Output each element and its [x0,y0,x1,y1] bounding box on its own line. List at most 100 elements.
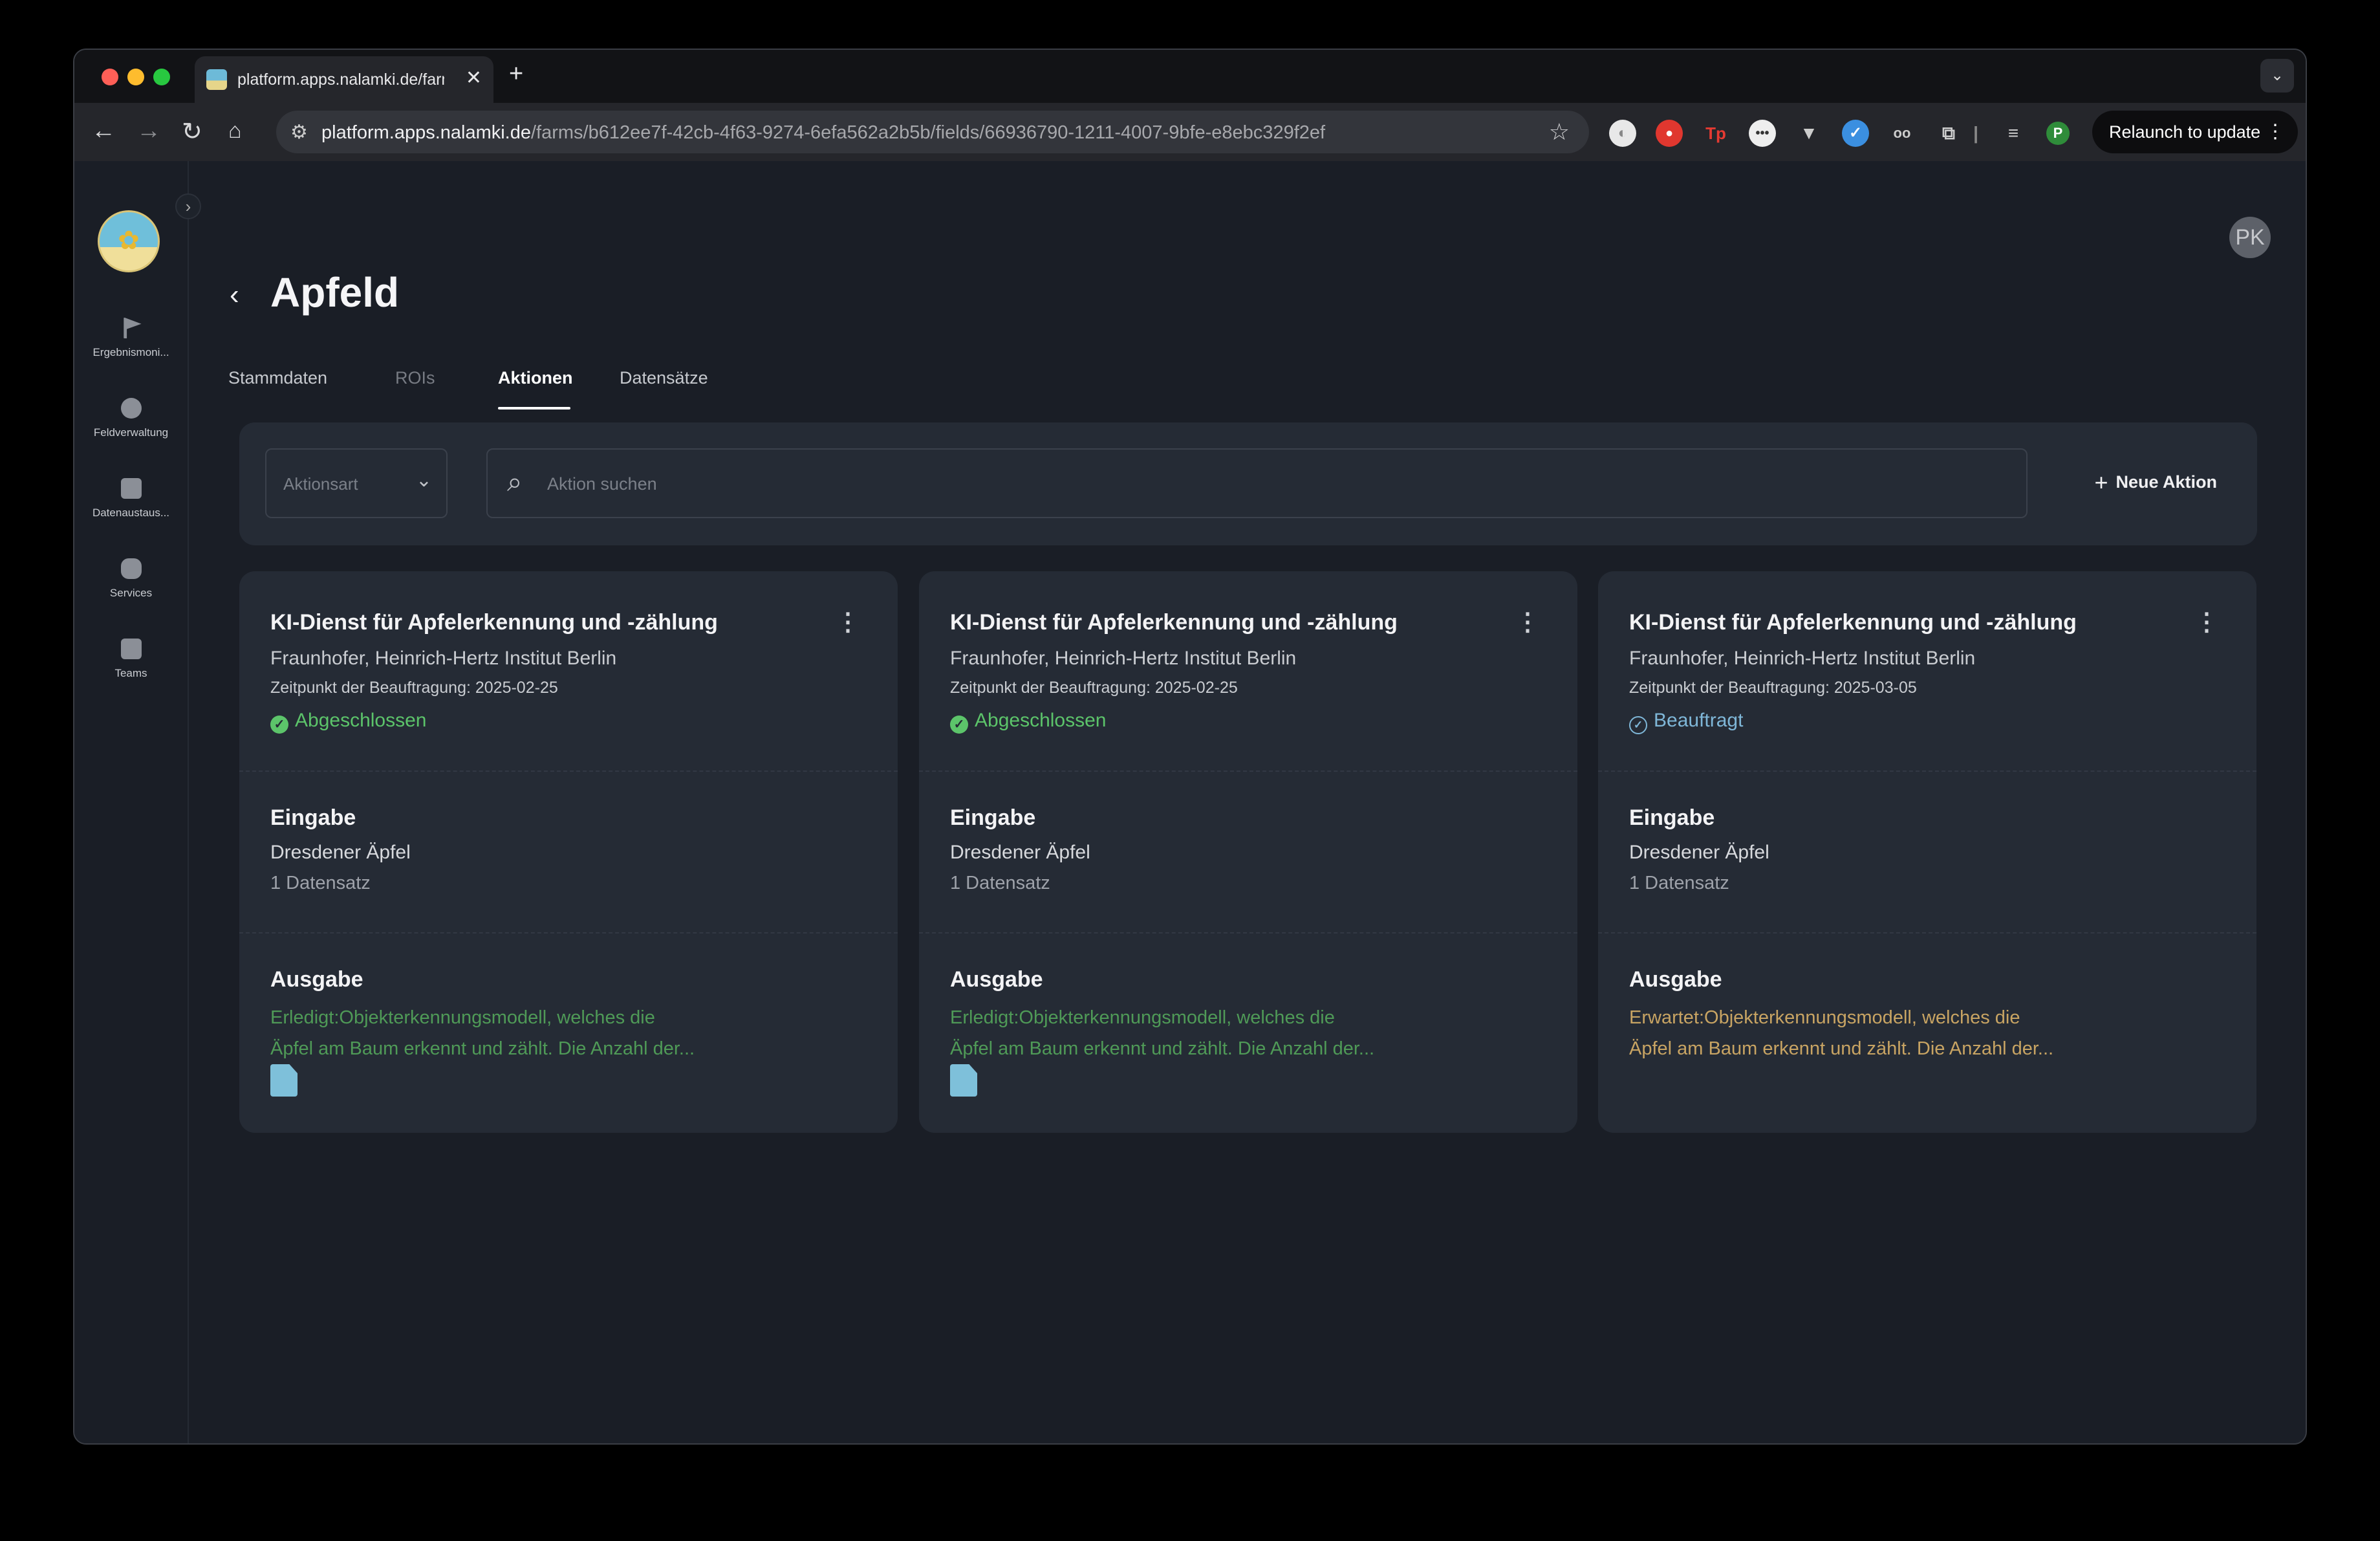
output-description: Erledigt:Objekterkennungsmodell, welches… [950,1002,1403,1064]
sidebar-item-ergebnismonitoring[interactable]: Ergebnismoni... [74,318,188,359]
card-title: KI-Dienst für Apfelerkennung und -zählun… [950,610,1398,635]
sidebar-item-label: Services [109,587,153,599]
sidebar-item-datenaustausch[interactable]: Datenaustaus... [74,478,188,519]
sidebar-item-label: Feldverwaltung [93,426,169,439]
extension-icon-4[interactable]: ••• [1749,120,1776,147]
input-heading: Eingabe [1629,805,1715,830]
card-date: Zeitpunkt der Beauftragung: 2025-02-25 [270,679,558,697]
new-tab-button[interactable]: + [509,60,523,88]
card-menu-icon[interactable]: ⋮ [836,607,860,637]
search-input[interactable]: ⌕ Aktion suchen [486,448,2028,518]
card-title: KI-Dienst für Apfelerkennung und -zählun… [270,610,718,635]
person-icon [120,639,142,659]
action-type-select[interactable]: Aktionsart ⌄ [265,448,448,518]
extension-icon-2[interactable]: ● [1656,120,1683,147]
divider [1598,932,2256,934]
action-card[interactable]: KI-Dienst für Apfelerkennung und -zählun… [919,571,1577,1133]
gauge-icon [120,398,142,419]
back-icon[interactable]: ← [91,117,116,145]
divider [1598,770,2256,772]
output-line-1: Erwartet:Objekterkennungsmodell, welches… [1629,1007,2020,1028]
card-organization: Fraunhofer, Heinrich-Hertz Institut Berl… [1629,648,1976,669]
plus-icon: + [2094,469,2108,496]
input-value: Dresdener Äpfel [270,842,411,863]
card-menu-icon[interactable]: ⋮ [1515,607,1540,637]
extension-icon-3[interactable]: Tp [1702,120,1729,147]
input-heading: Eingabe [950,805,1036,830]
action-card[interactable]: KI-Dienst für Apfelerkennung und -zählun… [239,571,898,1133]
close-tab-icon[interactable]: ✕ [466,67,482,89]
browser-menu-icon[interactable]: ⋮ [2266,111,2285,153]
url-host: platform.apps.nalamki.de [321,122,531,143]
app-logo[interactable]: ✿ [98,210,160,272]
chevron-down-icon: ⌄ [415,470,432,491]
sidebar-item-services[interactable]: Services [74,558,188,600]
file-icon[interactable] [950,1064,977,1097]
file-icon[interactable] [270,1064,298,1097]
home-icon[interactable]: ⌂ [228,118,242,144]
status-badge: ✓ Abgeschlossen [950,710,1106,734]
extension-icon-1[interactable]: ◐ [1609,120,1636,147]
tab-rois[interactable]: ROIs [395,368,435,388]
maximize-window-button[interactable] [153,69,170,85]
sidebar-item-label: Teams [114,667,147,679]
tab-aktionen[interactable]: Aktionen [498,368,573,388]
filter-bar: Aktionsart ⌄ ⌕ Aktion suchen + Neue Aktio… [239,422,2257,545]
output-heading: Ausgabe [270,967,363,992]
tab-datensaetze[interactable]: Datensätze [620,368,708,388]
reload-icon[interactable]: ↻ [182,117,202,146]
sidebar-expand-chevron-icon[interactable]: › [175,193,201,219]
input-count: 1 Datensatz [950,873,1050,893]
minimize-window-button[interactable] [127,69,144,85]
extension-icon-6[interactable]: ✓ [1842,120,1869,147]
output-line-1: Erledigt:Objekterkennungsmodell, welches… [950,1007,1335,1028]
output-description: Erwartet:Objekterkennungsmodell, welches… [1629,1002,2082,1064]
active-tab-indicator [498,407,570,410]
card-organization: Fraunhofer, Heinrich-Hertz Institut Berl… [950,648,1297,669]
card-date: Zeitpunkt der Beauftragung: 2025-02-25 [950,679,1238,697]
media-control-icon[interactable]: ≡ [2000,120,2027,147]
browser-tab[interactable]: platform.apps.nalamki.de/farms ✕ [195,56,493,103]
back-chevron-icon[interactable]: ‹ [230,279,239,311]
card-menu-icon[interactable]: ⋮ [2194,607,2219,637]
input-count: 1 Datensatz [1629,873,1729,893]
action-type-placeholder: Aktionsart [283,474,358,494]
favicon-icon [206,69,227,90]
tab-stammdaten[interactable]: Stammdaten [228,368,327,388]
input-value: Dresdener Äpfel [950,842,1090,863]
new-action-button[interactable]: + Neue Aktion [2094,469,2217,496]
extension-icon-7[interactable]: oo [1888,120,1916,147]
close-window-button[interactable] [102,69,118,85]
output-line-1: Erledigt:Objekterkennungsmodell, welches… [270,1007,655,1028]
address-bar[interactable]: ⚙ platform.apps.nalamki.de/farms/b612ee7… [276,111,1589,153]
check-circle-icon: ✓ [270,716,288,734]
document-icon [120,478,142,499]
tab-search-chevron-icon[interactable]: ⌄ [2260,59,2294,93]
url-path: /farms/b612ee7f-42cb-4f63-9274-6efa562a2… [531,122,1326,143]
check-circle-icon: ✓ [950,716,968,734]
divider [239,932,898,934]
user-avatar[interactable]: PK [2229,217,2271,258]
output-line-2: Äpfel am Baum erkennt und zählt. Die Anz… [1629,1038,2054,1059]
relaunch-label: Relaunch to update [2109,122,2261,142]
profile-avatar[interactable]: P [2046,122,2070,145]
tab-strip: platform.apps.nalamki.de/farms ✕ + ⌄ [74,50,2306,103]
site-settings-icon[interactable]: ⚙ [290,121,308,144]
services-icon [120,558,142,579]
output-line-2: Äpfel am Baum erkennt und zählt. Die Anz… [950,1038,1375,1059]
sidebar-item-feldverwaltung[interactable]: Feldverwaltung [74,398,188,439]
relaunch-button[interactable]: Relaunch to update ⋮ [2092,111,2298,153]
action-card[interactable]: KI-Dienst für Apfelerkennung und -zählun… [1598,571,2256,1133]
sidebar-item-label: Datenaustaus... [92,507,170,519]
extensions-puzzle-icon[interactable]: ⧉ [1935,120,1962,147]
tab-title: platform.apps.nalamki.de/farms [237,71,444,89]
extension-icon-5[interactable]: ▼ [1795,120,1823,147]
forward-icon[interactable]: → [136,117,161,145]
bookmark-star-icon[interactable]: ☆ [1549,118,1570,146]
sidebar-item-teams[interactable]: Teams [74,639,188,680]
card-title: KI-Dienst für Apfelerkennung und -zählun… [1629,610,2077,635]
check-circle-outline-icon: ✓ [1629,716,1647,734]
card-date: Zeitpunkt der Beauftragung: 2025-03-05 [1629,679,1917,697]
status-badge: ✓ Abgeschlossen [270,710,426,734]
url-text[interactable]: platform.apps.nalamki.de/farms/b612ee7f-… [321,122,1325,144]
